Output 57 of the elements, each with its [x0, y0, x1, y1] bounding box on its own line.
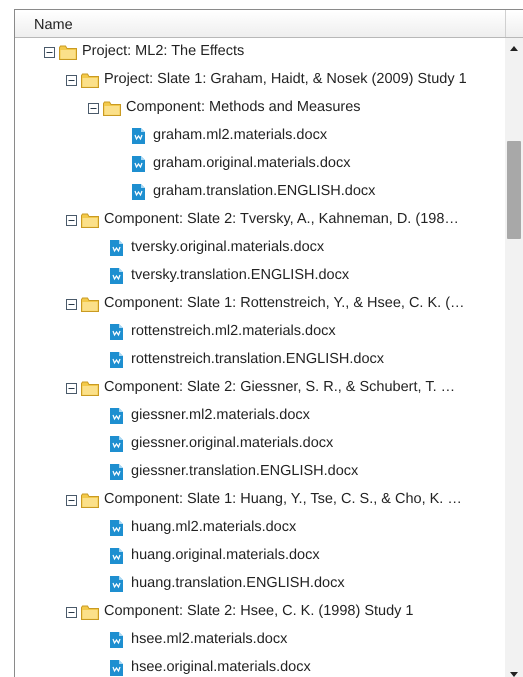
document-icon [110, 520, 123, 536]
file-label[interactable]: huang.ml2.materials.docx [131, 517, 296, 539]
document-icon [110, 408, 123, 424]
collapse-icon[interactable] [66, 494, 77, 506]
folder-label[interactable]: Component: Slate 2: Hsee, C. K. (1998) Study 1 [104, 601, 414, 623]
collapse-icon[interactable] [44, 46, 55, 58]
document-icon [110, 240, 123, 256]
document-icon [132, 184, 145, 200]
file-label[interactable]: graham.original.materials.docx [153, 153, 350, 175]
file-label[interactable]: giessner.ml2.materials.docx [131, 405, 310, 427]
scroll-down-icon[interactable] [510, 672, 518, 677]
collapse-icon[interactable] [88, 102, 99, 114]
collapse-icon[interactable] [66, 74, 77, 86]
file-label[interactable]: giessner.translation.ENGLISH.docx [131, 461, 358, 483]
document-icon [132, 128, 145, 144]
folder-label[interactable]: Project: Slate 1: Graham, Haidt, & Nosek (2009) Study 1 [104, 69, 467, 91]
file-label[interactable]: huang.translation.ENGLISH.docx [131, 573, 345, 595]
folder-icon [81, 604, 99, 620]
collapse-icon[interactable] [66, 214, 77, 226]
file-label[interactable]: huang.original.materials.docx [131, 545, 320, 567]
document-icon [110, 576, 123, 592]
folder-icon [81, 492, 99, 508]
folder-label[interactable]: Project: ML2: The Effects [82, 41, 244, 63]
folder-icon [59, 44, 77, 60]
scrollbar[interactable] [505, 38, 523, 677]
folder-label[interactable]: Component: Slate 1: Rottenstreich, Y., & Hsee, C. K. (… [104, 293, 465, 315]
scrollbar-thumb[interactable] [507, 141, 522, 239]
scroll-up-icon[interactable] [510, 46, 518, 51]
file-label[interactable]: tversky.translation.ENGLISH.docx [131, 265, 350, 287]
collapse-icon[interactable] [66, 298, 77, 310]
folder-label[interactable]: Component: Methods and Measures [126, 97, 361, 119]
collapse-icon[interactable] [66, 382, 77, 394]
file-label[interactable]: hsee.original.materials.docx [131, 657, 311, 677]
file-label[interactable]: giessner.original.materials.docx [131, 433, 334, 455]
folder-icon [81, 72, 99, 88]
folder-icon [81, 212, 99, 228]
collapse-icon[interactable] [66, 606, 77, 618]
document-icon [110, 268, 123, 284]
folder-icon [81, 380, 99, 396]
folder-icon [103, 100, 121, 116]
document-icon [110, 464, 123, 480]
folder-label[interactable]: Component: Slate 1: Huang, Y., Tse, C. S., & Cho, K. … [104, 489, 462, 511]
document-icon [110, 324, 123, 340]
document-icon [110, 352, 123, 368]
file-label[interactable]: rottenstreich.ml2.materials.docx [131, 321, 336, 343]
folder-label[interactable]: Component: Slate 2: Tversky, A., Kahneman, D. (198… [104, 209, 459, 231]
document-icon [110, 548, 123, 564]
file-label[interactable]: graham.translation.ENGLISH.docx [153, 181, 376, 203]
file-label[interactable]: graham.ml2.materials.docx [153, 125, 328, 147]
file-label[interactable]: tversky.original.materials.docx [131, 237, 324, 259]
folder-icon [81, 296, 99, 312]
document-icon [110, 436, 123, 452]
file-label[interactable]: hsee.ml2.materials.docx [131, 629, 288, 651]
document-icon [132, 156, 145, 172]
file-label[interactable]: rottenstreich.translation.ENGLISH.docx [131, 349, 384, 371]
folder-label[interactable]: Component: Slate 2: Giessner, S. R., & Schubert, T. … [104, 377, 456, 399]
document-icon [110, 632, 123, 648]
